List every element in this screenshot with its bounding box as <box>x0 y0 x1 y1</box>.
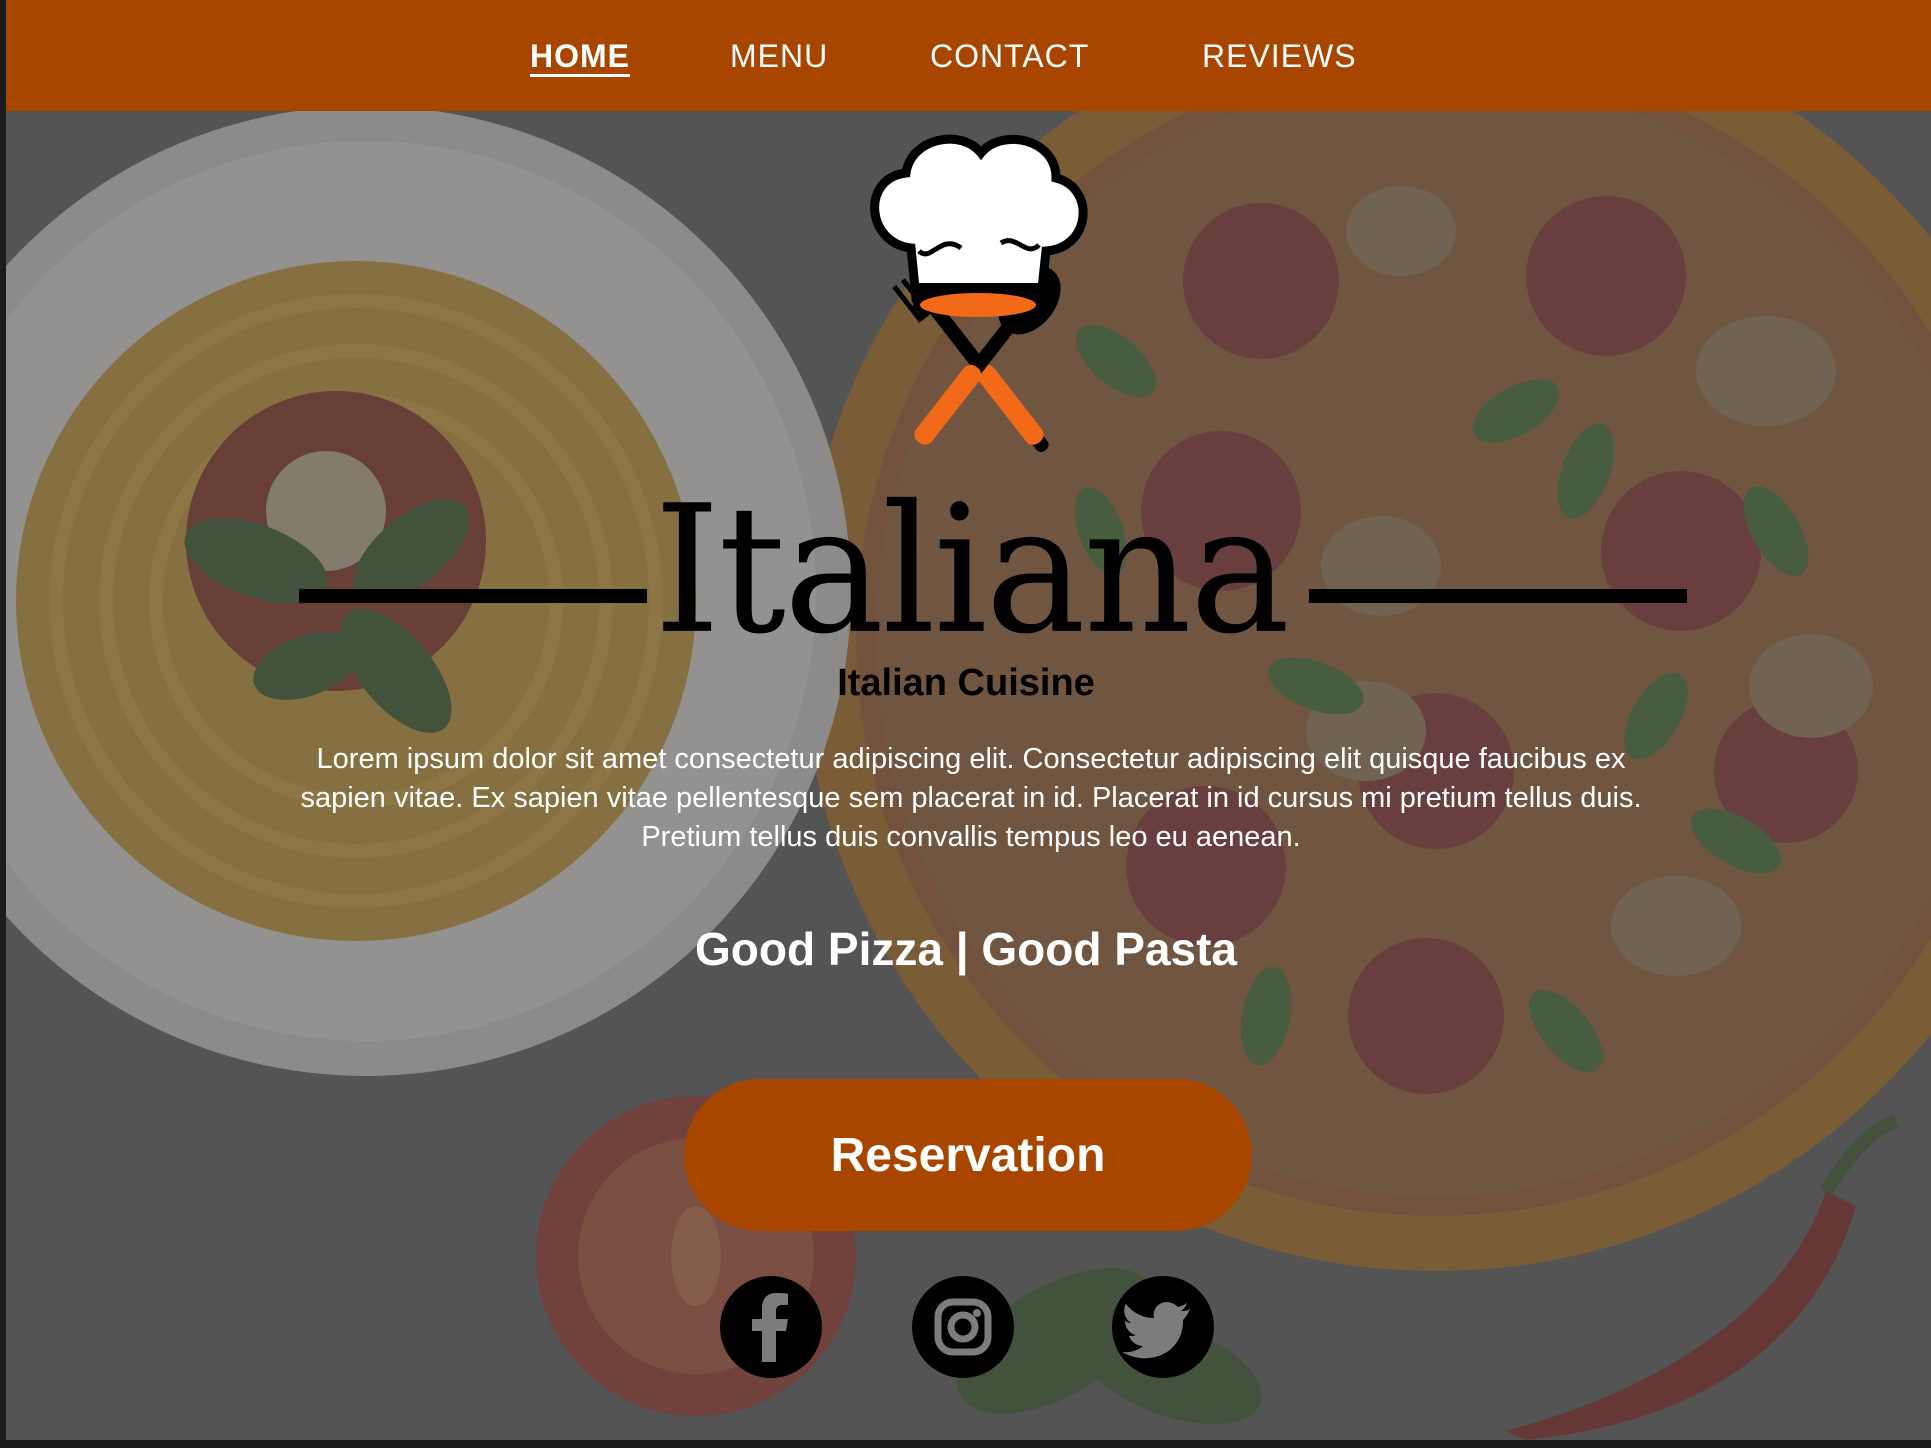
chef-hat-spoon-fork-icon <box>870 134 1088 452</box>
tagline: Good Pizza | Good Pasta <box>695 923 1237 975</box>
landing-page: HOME MENU CONTACT REVIEWS Italiana Itali… <box>6 0 1931 1440</box>
reservation-button[interactable]: Reservation <box>684 1079 1252 1231</box>
brand-subtitle: Italian Cuisine <box>837 662 1095 704</box>
nav-home-link[interactable]: HOME <box>530 38 630 82</box>
twitter-icon[interactable] <box>1112 1276 1214 1378</box>
nav-reviews-link[interactable]: REVIEWS <box>1202 38 1357 82</box>
nav-menu-link[interactable]: MENU <box>730 38 828 82</box>
nav-contact-link[interactable]: CONTACT <box>930 38 1089 82</box>
instagram-icon[interactable] <box>912 1276 1014 1378</box>
brand-title: Italiana <box>653 467 1290 673</box>
top-nav-bar: HOME MENU CONTACT REVIEWS <box>6 0 1931 111</box>
facebook-icon[interactable] <box>720 1276 822 1378</box>
intro-paragraph: Lorem ipsum dolor sit amet consectetur a… <box>300 743 1642 853</box>
